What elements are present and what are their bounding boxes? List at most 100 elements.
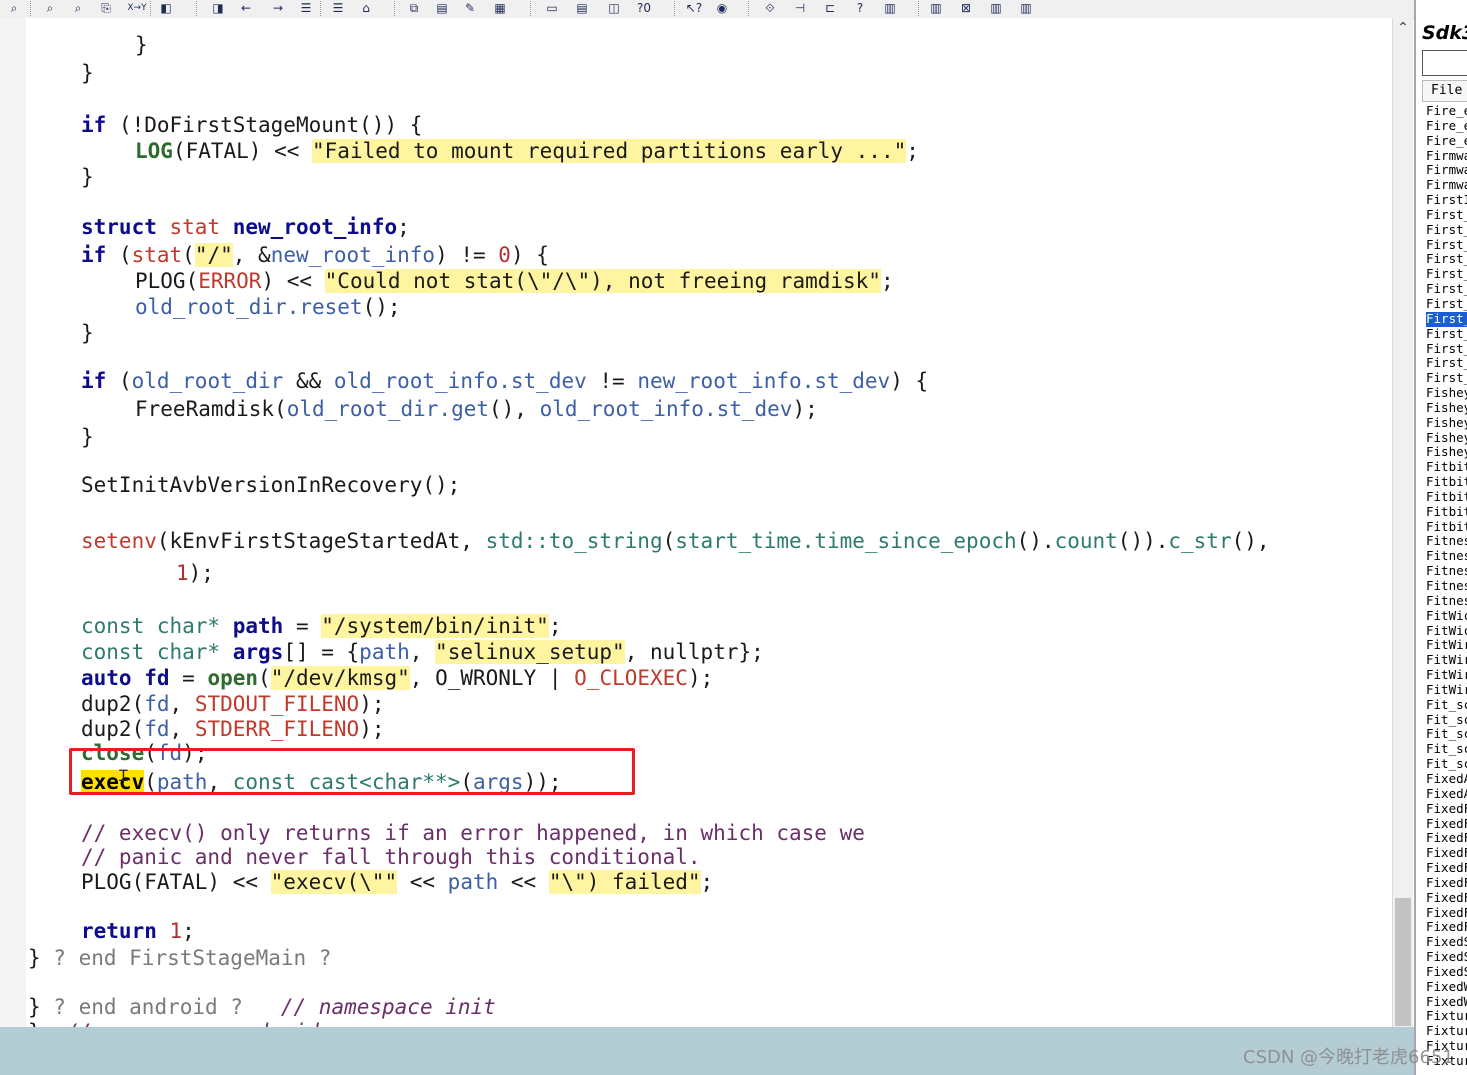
symbol-list-item[interactable]: Fit_sc (1426, 697, 1467, 713)
code-line[interactable]: const char* args[] = {path, "selinux_set… (81, 639, 764, 665)
symbol-list-item[interactable]: FixedF (1426, 905, 1467, 921)
help-icon[interactable]: ? (850, 1, 870, 16)
symbol-list-item[interactable]: First_ (1426, 237, 1467, 253)
symbol-list-item[interactable]: Fit_sc (1426, 712, 1467, 728)
symbol-list-item[interactable]: FixedS (1426, 934, 1467, 950)
forward-arrow-icon[interactable]: → (268, 1, 288, 16)
code-line[interactable]: PLOG(FATAL) << "execv(\"" << path << "\"… (81, 869, 713, 895)
code-line[interactable]: dup2(fd, STDERR_FILENO); (81, 716, 384, 742)
symbol-list-item[interactable]: FitWic (1426, 608, 1467, 624)
code-editor[interactable]: }} if (!DoFirstStageMount()) {LOG(FATAL) … (26, 18, 1392, 1027)
project-add-icon[interactable]: ▥ (986, 1, 1006, 16)
code-line[interactable]: dup2(fd, STDOUT_FILENO); (81, 691, 384, 717)
project-icon[interactable]: ▥ (880, 1, 900, 16)
symbol-list-item[interactable]: FixedF (1426, 801, 1467, 817)
find-icon[interactable]: ⌕ (4, 1, 24, 16)
jump-icon[interactable]: ⧉ (404, 1, 424, 16)
symbol-list-item[interactable]: FixedW (1426, 994, 1467, 1010)
symbol-list-item[interactable]: Fitbit (1426, 489, 1467, 505)
symbol-list-item[interactable]: FixedA (1426, 771, 1467, 787)
symbol-list-item[interactable]: FirstI (1426, 192, 1467, 208)
symbol-list-item[interactable]: Firmwa (1426, 148, 1467, 164)
symbol-list-item[interactable]: Fitnes (1426, 534, 1467, 549)
symbol-list-item[interactable]: Fitnes (1426, 578, 1467, 594)
symbol-list-item[interactable]: Fixtur (1426, 1009, 1467, 1024)
symbol-search-input[interactable] (1422, 50, 1467, 76)
query-icon[interactable]: ?0 (634, 1, 654, 16)
code-line[interactable]: LOG(FATAL) << "Failed to mount required … (135, 138, 919, 164)
symbol-list-item[interactable]: Fit_sc (1426, 741, 1467, 757)
structure-icon[interactable]: ⊏ (820, 1, 840, 16)
symbol-list[interactable]: Fire_e Fire_e Fire_e Firmwa Firmwa Firmwa Firs… (1426, 103, 1467, 1069)
symbol-list-item[interactable]: FitWic (1426, 623, 1467, 639)
symbol-list-item[interactable]: FixedW (1426, 979, 1467, 995)
symbol-list-item[interactable]: Fire_e (1426, 118, 1467, 134)
code-line[interactable]: if (old_root_dir && old_root_info.st_dev… (81, 368, 928, 394)
symbol-list-item[interactable]: Fitnes (1426, 563, 1467, 579)
symbol-list-item[interactable]: Fire_e (1426, 133, 1467, 149)
code-line[interactable]: const char* path = "/system/bin/init"; (81, 613, 561, 639)
bookmark-next-icon[interactable]: ◨ (208, 1, 228, 16)
symbol-list-item[interactable]: Fixtur (1426, 1023, 1467, 1039)
code-line[interactable]: } (81, 320, 94, 346)
code-line[interactable]: } ? end FirstStageMain ? (28, 945, 331, 971)
project-open-icon[interactable]: ▥ (926, 1, 946, 16)
symbol-list-item[interactable]: FixedS (1426, 964, 1467, 980)
symbol-list-item[interactable]: First_ (1426, 207, 1467, 223)
symbol-list-item[interactable]: FitWir (1426, 667, 1467, 683)
window-icon[interactable]: ▭ (542, 1, 562, 16)
code-line[interactable]: } ? end android ? // namespace init (28, 994, 496, 1020)
symbol-list-item[interactable]: FixedF (1426, 890, 1467, 906)
scroll-thumb[interactable] (1395, 898, 1411, 1026)
code-line[interactable]: // execv() only returns if an error happ… (81, 820, 865, 846)
symbol-list-item[interactable]: FixedF (1426, 920, 1467, 935)
cascade-icon[interactable]: ◫ (604, 1, 624, 16)
symbol-list-item[interactable]: FixedF (1426, 845, 1467, 861)
code-line[interactable]: // panic and never fall through this con… (81, 844, 701, 870)
symbol-list-item[interactable]: FitWir (1426, 682, 1467, 698)
symbol-list-item[interactable]: FitWir (1426, 638, 1467, 653)
symbol-list-item[interactable]: Fishey (1426, 430, 1467, 446)
code-line[interactable]: if (stat("/", &new_root_info) != 0) { (81, 242, 549, 268)
symbol-list-item[interactable]: FixedA (1426, 786, 1467, 802)
code-line[interactable]: } (81, 60, 94, 86)
find-previous-icon[interactable]: ⌕ (40, 1, 60, 16)
code-line[interactable]: if (!DoFirstStageMount()) { (81, 112, 422, 138)
code-line[interactable]: } (135, 32, 148, 58)
code-line[interactable]: } (81, 424, 94, 450)
symbol-list-item[interactable]: Fitbit (1426, 504, 1467, 520)
symbol-list-item[interactable]: Fit_sc (1426, 756, 1467, 772)
symbol-list-item[interactable]: First_ (1426, 341, 1467, 357)
symbol-list-item[interactable]: FixedF (1426, 816, 1467, 832)
code-line[interactable]: old_root_dir.reset(); (135, 294, 401, 320)
replace-icon[interactable]: X→Y (124, 1, 150, 16)
symbol-list-item[interactable]: FixedF (1426, 860, 1467, 876)
code-line[interactable]: } // namespace android (28, 1019, 319, 1027)
code-line[interactable]: FreeRamdisk(old_root_dir.get(), old_root… (135, 396, 818, 422)
lookup-icon[interactable]: ⌂ (356, 1, 376, 16)
symbol-list-item[interactable]: Fishey (1426, 415, 1467, 431)
symbol-list-item[interactable]: FitWir (1426, 652, 1467, 668)
symbol-list-item[interactable]: First_ (1426, 252, 1467, 267)
project-close-icon[interactable]: ⊠ (956, 1, 976, 16)
symbol-list-item[interactable]: First_ (1426, 370, 1467, 386)
symbol-list-item[interactable]: Firmwa (1426, 177, 1467, 193)
code-line[interactable]: auto fd = open("/dev/kmsg", O_WRONLY | O… (81, 665, 713, 691)
code-line[interactable]: } (81, 164, 94, 190)
symbol-list-item[interactable]: First_ (1426, 281, 1467, 297)
symbol-list-item[interactable]: Fire_e (1426, 103, 1467, 119)
symbol-list-item[interactable]: Fit_sc (1426, 727, 1467, 742)
symbol-list-item[interactable]: First_ (1426, 266, 1467, 282)
symbol-list-item[interactable]: FixedS (1426, 949, 1467, 965)
symbol-icon[interactable]: ⟐ (760, 1, 780, 16)
code-line[interactable]: PLOG(ERROR) << "Could not stat(\"/\"), n… (135, 268, 894, 294)
project-sync-icon[interactable]: ▥ (1016, 1, 1036, 16)
scroll-up-arrow-icon[interactable]: ⌃ (1393, 20, 1413, 40)
context-help-icon[interactable]: ↖? (684, 1, 704, 16)
code-line[interactable]: return 1; (81, 918, 195, 944)
symbol-list-item[interactable]: First_ (1426, 355, 1467, 371)
relation-icon[interactable]: ⊣ (790, 1, 810, 16)
vertical-scrollbar[interactable]: ⌃ (1392, 18, 1413, 1027)
bookmark-icon[interactable]: ◧ (156, 1, 176, 16)
symbol-list-item[interactable]: Fitnes (1426, 548, 1467, 564)
